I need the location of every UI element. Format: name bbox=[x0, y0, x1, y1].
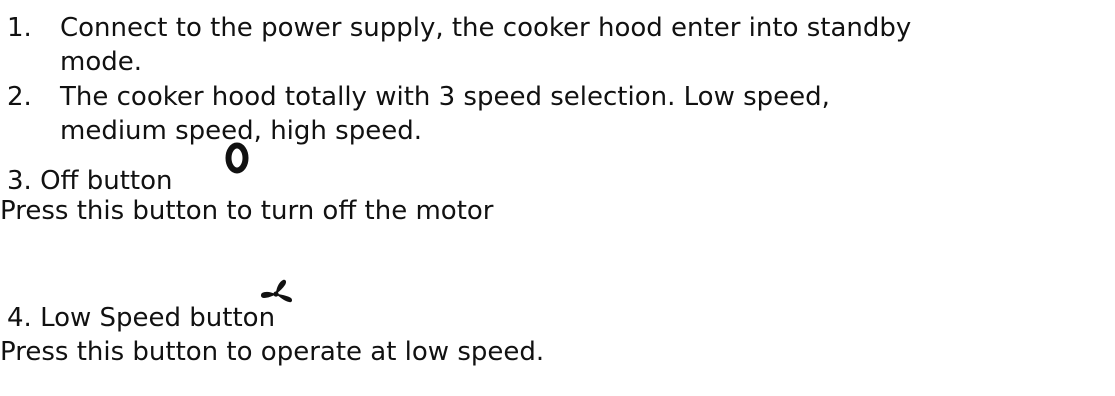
list-text-1-line2: mode. bbox=[60, 47, 142, 77]
list-number-1: 1. bbox=[7, 13, 32, 43]
low-speed-heading: 4. Low Speed button bbox=[7, 303, 276, 333]
list-number-2: 2. bbox=[7, 82, 32, 112]
off-button-description: Press this button to turn off the motor bbox=[0, 196, 494, 226]
off-button-heading: 3. Off button bbox=[7, 166, 173, 196]
low-speed-description: Press this button to operate at low spee… bbox=[0, 337, 545, 367]
list-text-2-line1: The cooker hood totally with 3 speed sel… bbox=[60, 82, 830, 112]
list-text-1-line1: Connect to the power supply, the cooker … bbox=[60, 13, 912, 43]
off-zero-icon bbox=[225, 142, 249, 174]
instruction-document: 1. Connect to the power supply, the cook… bbox=[0, 0, 1115, 396]
